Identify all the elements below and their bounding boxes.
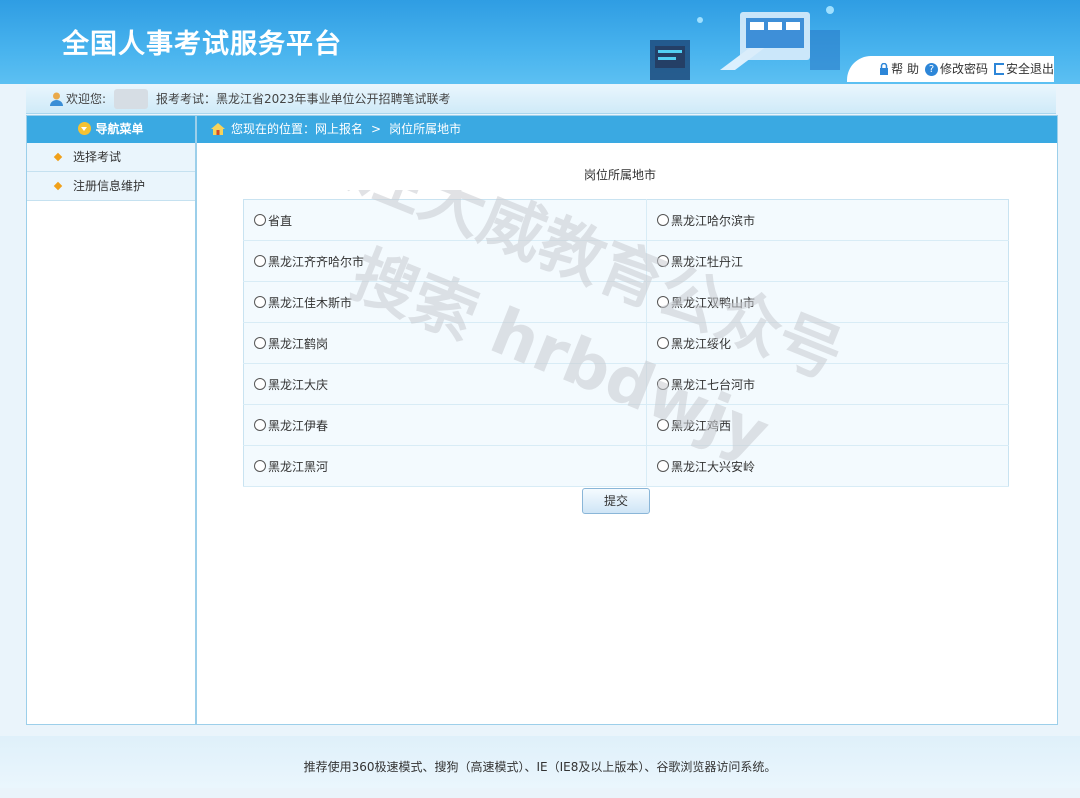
city-options-table: 省直 黑龙江哈尔滨市 黑龙江齐齐哈尔市 黑龙江牡丹江 黑龙江佳木斯市 黑龙江双鸭山市 黑龙江… [243,199,1009,487]
welcome-greeting: 欢迎您: [66,92,107,106]
city-option[interactable]: 黑龙江黑河 [243,445,647,487]
breadcrumb: 您现在的位置：网上报名 > 岗位所属地市 [197,116,1057,143]
sidebar-item-label: 注册信息维护 [73,179,146,193]
city-option-label: 黑龙江牡丹江 [671,254,744,269]
breadcrumb-online-registration[interactable]: 网上报名 [315,122,363,136]
header-banner: 全国人事考试服务平台 帮 助 ? 修改密码 安全退出 [0,0,1080,84]
city-option-label: 黑龙江佳木斯市 [268,295,353,310]
table-row: 省直 黑龙江哈尔滨市 [243,199,1009,241]
city-option-label: 黑龙江哈尔滨市 [671,213,756,228]
radio-button[interactable] [254,459,266,472]
sidebar-item-select-exam[interactable]: 选择考试 [27,143,195,172]
city-option-label: 黑龙江双鸭山市 [671,295,756,310]
radio-button[interactable] [657,418,669,431]
table-row: 黑龙江佳木斯市 黑龙江双鸭山市 [243,281,1009,323]
city-option[interactable]: 黑龙江大兴安岭 [646,445,1009,487]
city-option[interactable]: 黑龙江牡丹江 [646,240,1009,282]
table-row: 黑龙江鹤岗 黑龙江绥化 [243,322,1009,364]
city-option[interactable]: 黑龙江七台河市 [646,363,1009,405]
radio-button[interactable] [657,254,669,267]
table-row: 黑龙江黑河 黑龙江大兴安岭 [243,445,1009,487]
exit-icon [993,63,1004,75]
help-label: 帮 助 [891,62,919,76]
city-option[interactable]: 黑龙江大庆 [243,363,647,405]
radio-button[interactable] [254,336,266,349]
city-option[interactable]: 黑龙江鹤岗 [243,322,647,364]
main-panel: 您现在的位置：网上报名 > 岗位所属地市 岗位所属地市 省直 黑龙江哈尔滨市黑龙江齐齐… [196,115,1058,725]
table-row: 黑龙江齐齐哈尔市 黑龙江牡丹江 [243,240,1009,282]
welcome-bar: 欢迎您: 报考考试：黑龙江省2023年事业单位公开招聘笔试联考 [26,85,1056,114]
exam-info: 报考考试：黑龙江省2023年事业单位公开招聘笔试联考 [156,92,451,106]
site-title: 全国人事考试服务平台 [62,29,342,60]
city-option-label: 黑龙江鹤岗 [268,336,329,351]
header-illustration [650,6,840,80]
city-option[interactable]: 黑龙江佳木斯市 [243,281,647,323]
sidebar: 导航菜单 选择考试 注册信息维护 [26,115,196,725]
radio-button[interactable] [254,295,266,308]
change-password-label: 修改密码 [939,62,988,76]
sidebar-item-registration-info[interactable]: 注册信息维护 [27,172,195,201]
breadcrumb-separator: > [371,122,382,136]
city-option-label: 黑龙江大庆 [268,377,329,392]
change-password-link[interactable]: ? 修改密码 [924,56,988,82]
city-option[interactable]: 黑龙江伊春 [243,404,647,446]
city-option-label: 黑龙江七台河市 [671,377,756,392]
footer: 推荐使用360极速模式、搜狗（高速模式）、IE（IE8及以上版本）、谷歌浏览器访… [0,736,1080,788]
city-option-label: 黑龙江伊春 [268,418,329,433]
username-redacted [114,89,148,109]
city-option[interactable]: 黑龙江哈尔滨市 [646,199,1009,241]
home-icon [211,123,225,135]
help-link[interactable]: 帮 助 [879,56,919,82]
radio-button[interactable] [657,459,669,472]
bullet-icon [53,181,63,191]
radio-button[interactable] [254,418,266,431]
radio-button[interactable] [254,377,266,390]
breadcrumb-prefix: 您现在的位置： [231,122,316,136]
logout-link[interactable]: 安全退出 [993,56,1054,82]
radio-button[interactable] [254,254,266,267]
chevron-down-icon [78,122,92,135]
radio-button[interactable] [657,213,669,226]
breadcrumb-current: 岗位所属地市 [389,122,462,136]
radio-button[interactable] [657,377,669,390]
footer-text: 推荐使用360极速模式、搜狗（高速模式）、IE（IE8及以上版本）、谷歌浏览器访… [303,760,777,774]
city-option[interactable]: 黑龙江双鸭山市 [646,281,1009,323]
bullet-icon [53,152,63,162]
radio-button[interactable] [657,336,669,349]
sidebar-item-label: 选择考试 [73,150,122,164]
city-option[interactable]: 黑龙江鸡西 [646,404,1009,446]
nav-menu-title: 导航菜单 [95,122,144,136]
logout-label: 安全退出 [1005,62,1054,76]
help-icon: ? [924,62,938,76]
city-option-label: 省直 [268,213,293,228]
user-icon [50,92,63,106]
city-option[interactable]: 黑龙江绥化 [646,322,1009,364]
city-option-label: 黑龙江大兴安岭 [671,459,756,474]
city-option-label: 黑龙江齐齐哈尔市 [268,254,365,269]
radio-button[interactable] [254,213,266,226]
city-option[interactable]: 省直 [243,199,647,241]
header-links: 帮 助 ? 修改密码 安全退出 [847,56,1054,82]
submit-button[interactable]: 提交 [582,488,650,514]
table-row: 黑龙江伊春 黑龙江鸡西 [243,404,1009,446]
form-title: 岗位所属地市 [583,168,656,182]
table-row: 黑龙江大庆 黑龙江七台河市 [243,363,1009,405]
nav-menu-header: 导航菜单 [27,116,195,143]
lock-icon [880,63,889,75]
radio-button[interactable] [657,295,669,308]
city-option-label: 黑龙江黑河 [268,459,329,474]
city-option[interactable]: 黑龙江齐齐哈尔市 [243,240,647,282]
city-option-label: 黑龙江绥化 [671,336,732,351]
city-option-label: 黑龙江鸡西 [671,418,732,433]
